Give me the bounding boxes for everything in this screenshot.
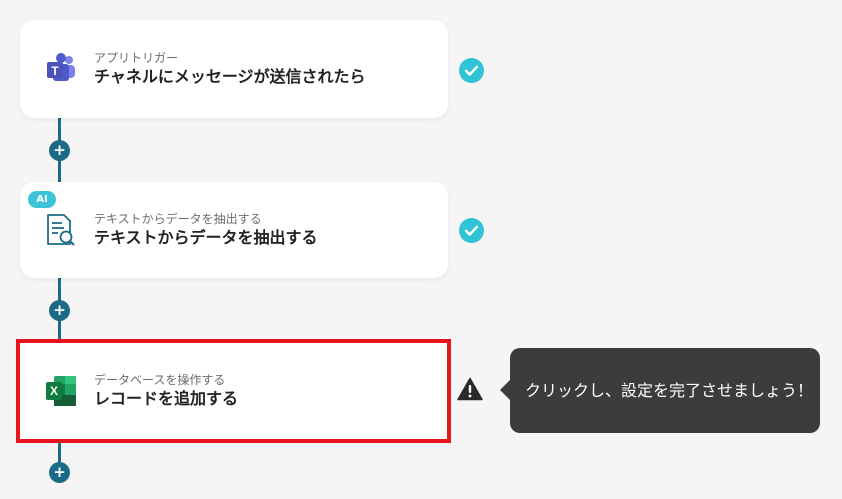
svg-text:T: T bbox=[51, 64, 59, 78]
step-title: チャネルにメッセージが送信されたら bbox=[94, 67, 366, 86]
add-step-button[interactable]: + bbox=[49, 300, 70, 321]
step-card-add-record[interactable]: X データベースを操作する レコードを追加する bbox=[20, 343, 448, 439]
step-card-extract[interactable]: テキストからデータを抽出する テキストからデータを抽出する bbox=[20, 182, 448, 278]
add-step-button[interactable]: + bbox=[49, 462, 70, 483]
tooltip: クリックし、設定を完了させましょう！ bbox=[500, 348, 820, 433]
tooltip-text: クリックし、設定を完了させましょう！ bbox=[525, 381, 814, 400]
step-category: データベースを操作する bbox=[94, 373, 226, 387]
microsoft-teams-icon: T bbox=[42, 50, 80, 88]
step-title: レコードを追加する bbox=[94, 389, 239, 408]
svg-text:X: X bbox=[50, 384, 58, 398]
step-title: テキストからデータを抽出する bbox=[94, 228, 318, 247]
microsoft-excel-icon: X bbox=[42, 372, 80, 410]
step-category: アプリトリガー bbox=[94, 51, 179, 65]
add-step-button[interactable]: + bbox=[49, 140, 70, 161]
check-icon bbox=[459, 58, 484, 83]
document-search-icon bbox=[42, 211, 80, 249]
step-category: テキストからデータを抽出する bbox=[94, 212, 262, 226]
warning-icon bbox=[457, 377, 483, 401]
check-icon bbox=[459, 218, 484, 243]
ai-badge: AI bbox=[28, 191, 56, 208]
step-card-trigger[interactable]: T アプリトリガー チャネルにメッセージが送信されたら bbox=[20, 20, 448, 118]
